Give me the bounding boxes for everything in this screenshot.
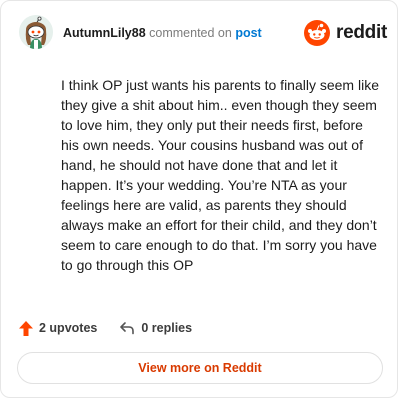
reddit-logo[interactable]: reddit [304, 19, 387, 47]
view-more-button[interactable]: View more on Reddit [17, 352, 383, 384]
action-text: commented on [149, 26, 232, 40]
upvote-arrow-icon [19, 320, 33, 336]
reply-stat[interactable]: 0 replies [119, 321, 192, 335]
upvote-stat[interactable]: 2 upvotes [19, 320, 98, 336]
comment-body: I think OP just wants his parents to fin… [61, 77, 379, 273]
avatar-snoo-icon [19, 15, 53, 49]
comment-header: AutumnLily88 commented on post reddit [19, 15, 387, 53]
author-username[interactable]: AutumnLily88 [63, 26, 146, 40]
comment-meta: AutumnLily88 commented on post [63, 26, 262, 40]
post-link[interactable]: post [235, 26, 261, 40]
reply-count: 0 replies [141, 321, 193, 335]
reddit-snoo-icon [304, 20, 331, 46]
comment-card: AutumnLily88 commented on post reddit I … [0, 0, 398, 398]
reddit-wordmark: reddit [336, 22, 387, 43]
comment-stats: 2 upvotes 0 replies [19, 319, 192, 337]
upvote-count: 2 upvotes [39, 321, 98, 335]
avatar[interactable] [19, 15, 53, 49]
reply-arrow-icon [120, 322, 135, 335]
